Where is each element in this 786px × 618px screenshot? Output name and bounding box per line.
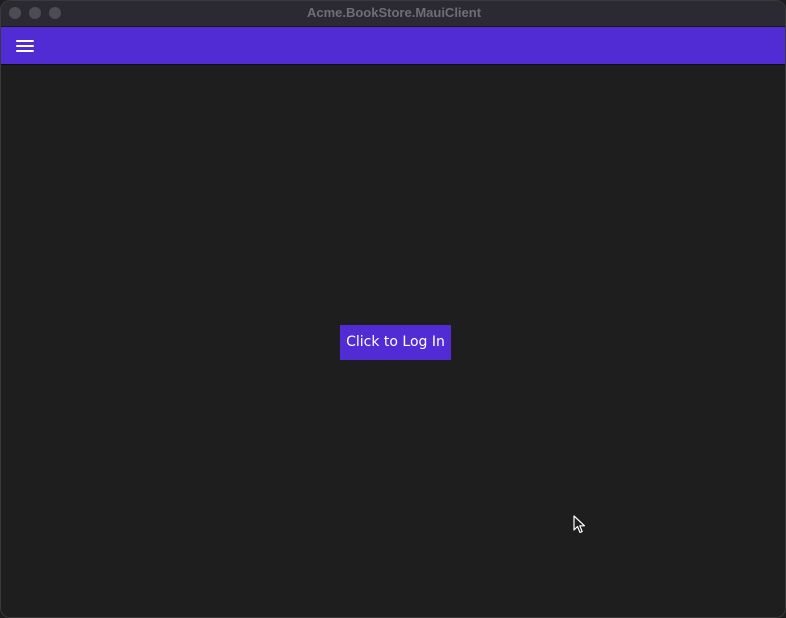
hamburger-menu-icon[interactable] bbox=[15, 38, 35, 54]
main-content: Click to Log In bbox=[1, 65, 785, 617]
menu-line-middle bbox=[16, 45, 34, 47]
menu-line-top bbox=[16, 40, 34, 42]
window-title: Acme.BookStore.MauiClient bbox=[306, 5, 482, 20]
menu-line-bottom bbox=[16, 50, 34, 52]
login-button[interactable]: Click to Log In bbox=[340, 325, 451, 360]
title-bar[interactable]: Acme.BookStore.MauiClient bbox=[1, 1, 785, 27]
mouse-pointer-icon bbox=[573, 515, 586, 534]
app-window: Acme.BookStore.MauiClient Click to Log I… bbox=[0, 0, 786, 618]
navigation-bar bbox=[1, 27, 785, 65]
